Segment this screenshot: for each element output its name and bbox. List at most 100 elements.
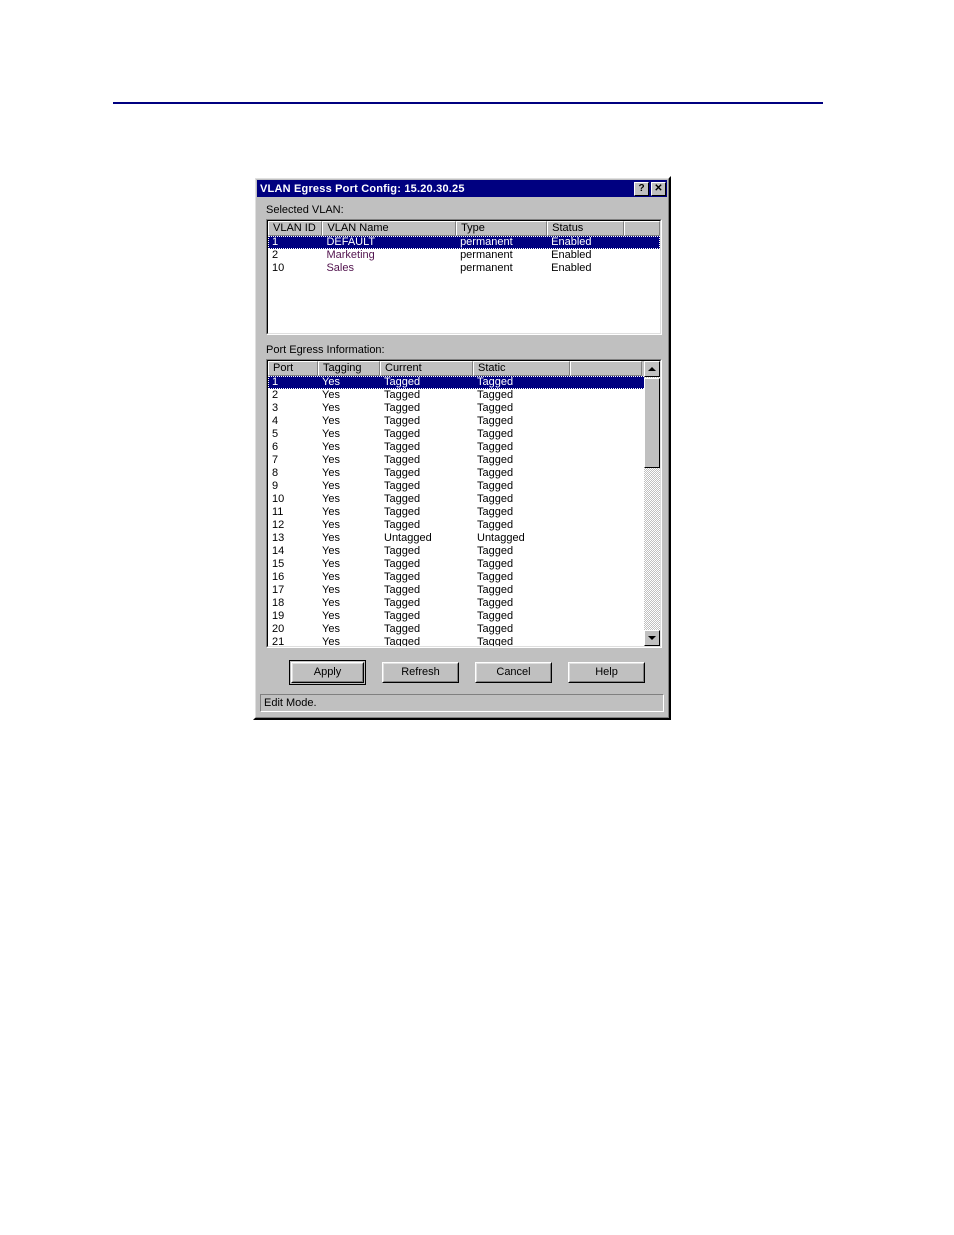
port-current-cell: Tagged — [384, 636, 421, 647]
port-table-row[interactable]: 16 Yes Tagged Tagged — [268, 571, 660, 584]
dialog-button-row: Apply Refresh Cancel Help — [263, 660, 661, 685]
port-static-cell: Tagged — [477, 480, 514, 492]
port-table-row[interactable]: 4 Yes Tagged Tagged — [268, 415, 660, 428]
port-current-cell: Tagged — [384, 545, 421, 557]
port-table-row[interactable]: 17 Yes Tagged Tagged — [268, 584, 660, 597]
port-current-cell: Tagged — [384, 428, 421, 440]
port-column-header[interactable]: Current — [380, 361, 473, 376]
port-table-row[interactable]: 20 Yes Tagged Tagged — [268, 623, 660, 636]
port-current-cell: Tagged — [384, 597, 421, 609]
vlan-column-header[interactable]: Status — [547, 221, 625, 236]
port-spacer-cell — [570, 597, 642, 610]
port-table-row[interactable]: 2 Yes Tagged Tagged — [268, 389, 660, 402]
port-current-cell: Tagged — [384, 506, 421, 518]
vlan-spacer-cell — [624, 249, 660, 262]
close-icon[interactable]: ✕ — [651, 181, 666, 196]
refresh-button[interactable]: Refresh — [382, 662, 459, 683]
port-static-cell: Tagged — [477, 584, 514, 596]
port-spacer-cell — [570, 545, 642, 558]
scrollbar-thumb[interactable] — [644, 378, 660, 468]
port-number-cell: 1 — [272, 376, 279, 388]
port-number-cell: 20 — [272, 623, 285, 635]
port-current-cell: Tagged — [384, 519, 421, 531]
selected-vlan-listbox[interactable]: VLAN ID VLAN Name Type Status 1 DEFAULT perma… — [266, 219, 662, 335]
vlan-table-row[interactable]: 10 Sales permanent Enabled — [268, 262, 660, 275]
port-table-row[interactable]: 18 Yes Tagged Tagged — [268, 597, 660, 610]
port-column-header[interactable]: Port — [268, 361, 318, 376]
port-tagging-cell: Yes — [322, 480, 340, 492]
vlan-column-header[interactable] — [624, 221, 660, 236]
port-spacer-cell — [570, 389, 642, 402]
port-current-cell: Tagged — [384, 493, 421, 505]
port-static-cell: Tagged — [477, 402, 514, 414]
scroll-down-button[interactable] — [644, 630, 660, 646]
port-current-cell: Tagged — [384, 584, 421, 596]
port-table-row[interactable]: 8 Yes Tagged Tagged — [268, 467, 660, 480]
port-static-cell: Tagged — [477, 415, 514, 427]
selected-vlan-label: Selected VLAN: — [266, 204, 344, 216]
port-spacer-cell — [570, 558, 642, 571]
port-table-row[interactable]: 14 Yes Tagged Tagged — [268, 545, 660, 558]
vlan-status-cell: Enabled — [551, 236, 592, 248]
port-number-cell: 18 — [272, 597, 285, 609]
vlan-egress-port-config-dialog: VLAN Egress Port Config: 15.20.30.25 ? ✕… — [253, 176, 671, 720]
port-number-cell: 6 — [272, 441, 279, 453]
port-table-row[interactable]: 10 Yes Tagged Tagged — [268, 493, 660, 506]
vlan-type-cell: permanent — [460, 236, 513, 248]
port-spacer-cell — [570, 584, 642, 597]
port-column-header[interactable]: Tagging — [318, 361, 380, 376]
port-table-row[interactable]: 11 Yes Tagged Tagged — [268, 506, 660, 519]
port-table-row[interactable]: 3 Yes Tagged Tagged — [268, 402, 660, 415]
port-number-cell: 12 — [272, 519, 285, 531]
port-current-cell: Tagged — [384, 454, 421, 466]
port-table-row[interactable]: 15 Yes Tagged Tagged — [268, 558, 660, 571]
port-tagging-cell: Yes — [322, 571, 340, 583]
port-column-header[interactable] — [570, 361, 642, 376]
port-tagging-cell: Yes — [322, 532, 340, 544]
up-arrow-icon — [648, 367, 656, 371]
refresh-button-label: Refresh — [383, 663, 458, 682]
port-static-cell: Tagged — [477, 454, 514, 466]
port-static-cell: Tagged — [477, 376, 514, 388]
port-tagging-cell: Yes — [322, 519, 340, 531]
port-list-scrollbar[interactable] — [644, 361, 660, 646]
port-table-row[interactable]: 7 Yes Tagged Tagged — [268, 454, 660, 467]
vlan-column-header[interactable]: Type — [456, 221, 548, 236]
apply-button[interactable]: Apply — [289, 660, 366, 685]
port-column-header[interactable]: Static — [473, 361, 570, 376]
vlan-column-header[interactable]: VLAN ID — [268, 221, 323, 236]
help-icon[interactable]: ? — [634, 181, 649, 196]
port-static-cell: Untagged — [477, 532, 525, 544]
vlan-type-cell: permanent — [460, 262, 513, 274]
port-number-cell: 21 — [272, 636, 285, 647]
port-table-row[interactable]: 13 Yes Untagged Untagged — [268, 532, 660, 545]
vlan-column-header[interactable]: VLAN Name — [322, 221, 457, 236]
port-tagging-cell: Yes — [322, 389, 340, 401]
port-table-row[interactable]: 5 Yes Tagged Tagged — [268, 428, 660, 441]
port-table-row[interactable]: 9 Yes Tagged Tagged — [268, 480, 660, 493]
port-static-cell: Tagged — [477, 558, 514, 570]
vlan-id-cell: 2 — [272, 249, 279, 261]
port-tagging-cell: Yes — [322, 545, 340, 557]
port-number-cell: 19 — [272, 610, 285, 622]
vlan-spacer-cell — [624, 262, 660, 275]
port-static-cell: Tagged — [477, 519, 514, 531]
cancel-button[interactable]: Cancel — [475, 662, 552, 683]
port-table-row[interactable]: 1 Yes Tagged Tagged — [268, 376, 660, 389]
vlan-id-cell: 1 — [272, 236, 279, 248]
port-number-cell: 10 — [272, 493, 285, 505]
port-table-row[interactable]: 6 Yes Tagged Tagged — [268, 441, 660, 454]
page-header-rule — [113, 102, 823, 104]
vlan-row-list: 1 DEFAULT permanent Enabled 2 Marketing perman… — [268, 236, 660, 275]
vlan-table-row[interactable]: 2 Marketing permanent Enabled — [268, 249, 660, 262]
port-table-row[interactable]: 19 Yes Tagged Tagged — [268, 610, 660, 623]
vlan-type-cell: permanent — [460, 249, 513, 261]
scroll-up-button[interactable] — [644, 361, 660, 377]
help-button[interactable]: Help — [568, 662, 645, 683]
port-current-cell: Tagged — [384, 480, 421, 492]
vlan-table-row[interactable]: 1 DEFAULT permanent Enabled — [268, 236, 660, 249]
dialog-titlebar[interactable]: VLAN Egress Port Config: 15.20.30.25 ? ✕ — [257, 180, 667, 197]
port-table-row[interactable]: 12 Yes Tagged Tagged — [268, 519, 660, 532]
port-table-row[interactable]: 21 Yes Tagged Tagged — [268, 636, 660, 647]
port-egress-listbox[interactable]: Port Tagging Current Static 1 Yes Tagged Tagge… — [266, 359, 662, 648]
